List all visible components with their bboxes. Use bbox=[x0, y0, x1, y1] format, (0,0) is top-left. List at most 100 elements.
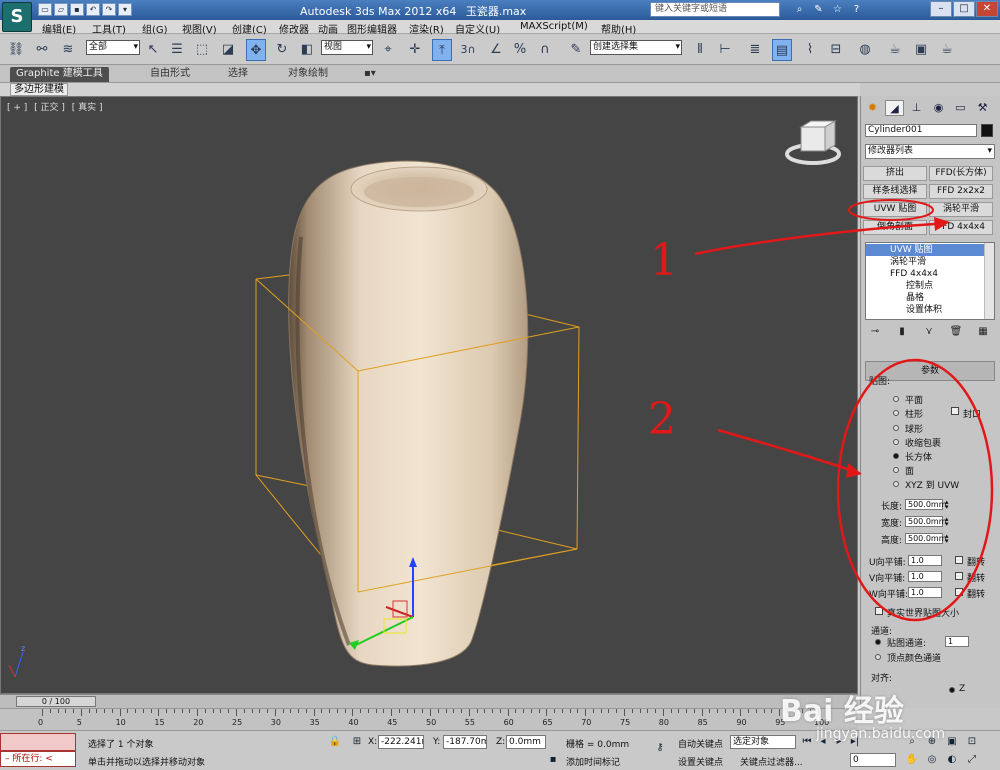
width-spinner[interactable]: 500.0mm bbox=[905, 516, 947, 527]
close-button[interactable]: ✕ bbox=[976, 1, 998, 17]
select-manipulate-icon[interactable]: ✛ bbox=[405, 39, 425, 61]
tab-object-paint[interactable]: 对象绘制 bbox=[282, 67, 334, 82]
spline-select-button[interactable]: 样条线选择 bbox=[863, 184, 927, 199]
menu-views[interactable]: 视图(V) bbox=[182, 21, 217, 36]
radio-spherical[interactable] bbox=[893, 425, 899, 431]
radio-face[interactable] bbox=[893, 467, 899, 473]
lock-selection-icon[interactable]: 🔒 bbox=[328, 735, 342, 749]
mirror-icon[interactable]: ⫴ bbox=[690, 39, 710, 61]
minimize-button[interactable]: – bbox=[930, 1, 952, 17]
tab-selection[interactable]: 选择 bbox=[222, 67, 254, 82]
field-of-view-icon[interactable]: ◐ bbox=[945, 753, 959, 767]
map-channel-spinner[interactable]: 1 bbox=[945, 636, 969, 647]
real-world-checkbox[interactable] bbox=[875, 607, 883, 615]
width-spinner-arrows[interactable]: ▴ ▾ bbox=[945, 516, 949, 528]
stack-item-control-points[interactable]: 控制点 bbox=[866, 280, 984, 292]
viewport-front[interactable]: [ + ] [ 正交 ] [ 真实 ] z bbox=[0, 96, 858, 694]
stack-item-set-volume[interactable]: 设置体积 bbox=[866, 304, 984, 316]
modifier-stack[interactable]: UVW 贴图 涡轮平滑 FFD 4x4x4 控制点 晶格 设置体积 bbox=[865, 242, 995, 320]
show-end-result-icon[interactable]: ▮ bbox=[894, 326, 910, 340]
ffd-4x4x4-button[interactable]: FFD 4x4x4 bbox=[929, 220, 993, 235]
tools-icon[interactable]: ✎ bbox=[811, 3, 826, 16]
z-coordinate-field[interactable]: 0.0mm bbox=[506, 735, 546, 749]
menu-graph-editors[interactable]: 图形编辑器 bbox=[347, 21, 397, 36]
qa-dropdown-icon[interactable]: ▾ bbox=[118, 3, 132, 16]
add-time-tag-icon[interactable]: ▪ bbox=[546, 753, 560, 767]
add-time-tag[interactable]: 添加时间标记 bbox=[566, 755, 620, 768]
open-file-icon[interactable]: ▱ bbox=[54, 3, 68, 16]
key-icon[interactable]: ⚷ bbox=[650, 741, 670, 755]
save-file-icon[interactable]: ▪ bbox=[70, 3, 84, 16]
remove-modifier-icon[interactable]: 🗑 bbox=[948, 326, 964, 340]
bind-space-warp-icon[interactable]: ≋ bbox=[58, 39, 78, 61]
graphite-toggle-icon[interactable]: ▤ bbox=[772, 39, 792, 61]
utilities-tab-icon[interactable]: ⚒ bbox=[973, 100, 992, 116]
turbosmooth-button[interactable]: 涡轮平滑 bbox=[929, 202, 993, 217]
set-key-button[interactable]: 设置关键点 bbox=[678, 755, 723, 768]
menu-maxscript[interactable]: MAXScript(M) bbox=[520, 21, 588, 32]
menu-help[interactable]: 帮助(H) bbox=[601, 21, 636, 36]
display-tab-icon[interactable]: ▭ bbox=[951, 100, 970, 116]
current-frame-field[interactable]: 0 bbox=[850, 753, 896, 767]
object-color-swatch[interactable] bbox=[981, 124, 993, 137]
pan-icon[interactable]: ✋ bbox=[905, 753, 919, 767]
curve-editor-icon[interactable]: ⌇ bbox=[800, 39, 820, 61]
keyboard-shortcut-icon[interactable]: ⤒ bbox=[432, 39, 452, 61]
ffd-box-button[interactable]: FFD(长方体) bbox=[929, 166, 993, 181]
configure-sets-icon[interactable]: ▦ bbox=[975, 326, 991, 340]
modifier-list-dropdown[interactable]: 修改器列表 bbox=[865, 144, 995, 159]
auto-key-button[interactable]: 自动关键点 bbox=[678, 737, 723, 750]
stack-item-turbosmooth[interactable]: 涡轮平滑 bbox=[866, 256, 984, 268]
render-production-icon[interactable]: ☕ bbox=[937, 39, 957, 61]
help-icon[interactable]: ? bbox=[849, 3, 864, 16]
polygon-modeling-button[interactable]: 多边形建模 bbox=[10, 83, 68, 96]
u-tile-spinner[interactable]: 1.0 bbox=[908, 555, 942, 566]
tab-graphite[interactable]: Graphite 建模工具 bbox=[10, 67, 109, 82]
zoom-extents-icon[interactable]: ▣ bbox=[945, 735, 959, 749]
render-setup-icon[interactable]: ☕ bbox=[885, 39, 905, 61]
link-icon[interactable]: ⛓ bbox=[6, 39, 26, 61]
stack-item-lattice[interactable]: 晶格 bbox=[866, 292, 984, 304]
radio-cylindrical[interactable] bbox=[893, 410, 899, 416]
bevel-profile-button[interactable]: 倒角剖面 bbox=[863, 220, 927, 235]
create-tab-icon[interactable]: ✹ bbox=[863, 100, 882, 116]
menu-edit[interactable]: 编辑(E) bbox=[42, 21, 76, 36]
viewcube[interactable] bbox=[785, 120, 841, 165]
length-spinner[interactable]: 500.0mm bbox=[905, 499, 947, 510]
select-rotate-icon[interactable]: ↻ bbox=[272, 39, 292, 61]
track-bar[interactable]: 0 5 10 15 20 25 30 35 40 45 50 55 60 65 70 75 80 85 90 95 10… bbox=[0, 708, 858, 730]
maxscript-listener-mini[interactable] bbox=[0, 733, 76, 751]
radio-planar[interactable] bbox=[893, 396, 899, 402]
height-spinner[interactable]: 500.0mm bbox=[905, 533, 947, 544]
height-spinner-arrows[interactable]: ▴ ▾ bbox=[945, 533, 949, 545]
radio-align-z[interactable] bbox=[949, 687, 955, 693]
modify-tab-icon[interactable]: ◢ bbox=[885, 100, 904, 116]
binoculars-icon[interactable]: ⌕ bbox=[792, 3, 807, 16]
radio-box[interactable] bbox=[893, 453, 899, 459]
hierarchy-tab-icon[interactable]: ⊥ bbox=[907, 100, 926, 116]
rect-selection-icon[interactable]: ⬚ bbox=[192, 39, 212, 61]
radio-map-channel[interactable] bbox=[875, 639, 881, 645]
rendered-frame-icon[interactable]: ▣ bbox=[911, 39, 931, 61]
vase-object[interactable] bbox=[288, 160, 529, 667]
align-icon[interactable]: ⊢ bbox=[715, 39, 735, 61]
stack-item-ffd[interactable]: FFD 4x4x4 bbox=[866, 268, 984, 280]
stack-scrollbar[interactable] bbox=[984, 243, 994, 319]
v-flip-checkbox[interactable] bbox=[955, 572, 963, 580]
object-name-field[interactable]: Cylinder001 bbox=[865, 124, 977, 137]
menu-rendering[interactable]: 渲染(R) bbox=[409, 21, 444, 36]
ffd-2x2x2-button[interactable]: FFD 2x2x2 bbox=[929, 184, 993, 199]
selection-filter-dropdown[interactable]: 全部 bbox=[86, 40, 140, 55]
window-crossing-icon[interactable]: ◪ bbox=[218, 39, 238, 61]
w-tile-spinner[interactable]: 1.0 bbox=[908, 587, 942, 598]
percent-snap-icon[interactable]: % bbox=[510, 39, 530, 61]
star-icon[interactable]: ☆ bbox=[830, 3, 845, 16]
pin-stack-icon[interactable]: ⊸ bbox=[867, 326, 883, 340]
zoom-extents-all-icon[interactable]: ⊡ bbox=[965, 735, 979, 749]
orbit-icon[interactable]: ◎ bbox=[925, 753, 939, 767]
app-logo[interactable]: S bbox=[2, 2, 32, 32]
schematic-view-icon[interactable]: ⊟ bbox=[826, 39, 846, 61]
undo-icon[interactable]: ↶ bbox=[86, 3, 100, 16]
v-tile-spinner[interactable]: 1.0 bbox=[908, 571, 942, 582]
menu-create[interactable]: 创建(C) bbox=[232, 21, 267, 36]
